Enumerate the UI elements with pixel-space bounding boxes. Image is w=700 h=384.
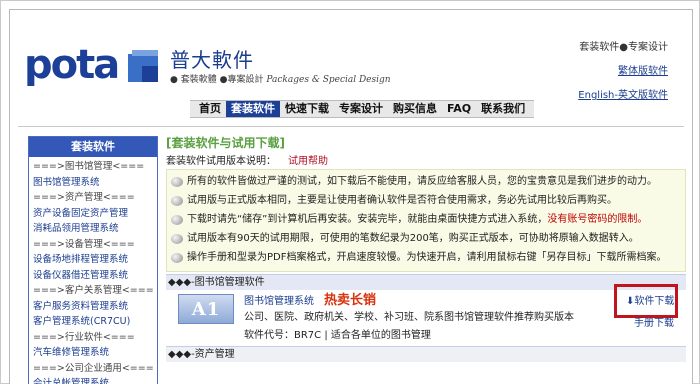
pota-logo[interactable]: pota xyxy=(24,40,162,86)
header-divider xyxy=(18,126,684,127)
product-code: 软件代号：BR7C | 适合各单位的图书管理 xyxy=(244,330,431,341)
trial-help-link[interactable]: 试用帮助 xyxy=(288,156,328,167)
sidebar-item-consumables[interactable]: 消耗品领用管理系统 xyxy=(33,221,153,237)
sidebar-group: ===>公司企业通用<=== xyxy=(33,362,154,374)
bullet-icon xyxy=(171,253,183,263)
category-header-library: ◆◆◆-图书馆管理软件 xyxy=(166,274,686,290)
sidebar-item-equipment-loan[interactable]: 设备仪器借还管理系统 xyxy=(33,268,153,284)
bullet-icon xyxy=(171,177,183,187)
sidebar-item-customer-service[interactable]: 客户服务资料管理系统 xyxy=(33,299,153,315)
bullet-icon xyxy=(171,215,183,225)
screenshot-frame: pota 普大軟件 ● 套裝軟體 ●專案設計 Packages & Specia… xyxy=(0,0,700,384)
sidebar: 套装软件 ===>图书馆管理<=== 图书馆管理系统 ===>资产管理<=== … xyxy=(28,136,158,384)
english-version-link[interactable]: English-英文版软件 xyxy=(578,86,668,101)
hot-seller-label: 热卖长销 xyxy=(324,293,377,308)
main-content: [套装软件与试用下载] 套装软件试用版本说明： 试用帮助 所有的软件皆做过严谨的测… xyxy=(166,134,686,384)
bullet-icon xyxy=(171,196,183,206)
header-slogan: 套装软件●专案设计 xyxy=(579,42,668,53)
header-links: 套装软件●专案设计 繁体版软件 English-英文版软件 xyxy=(578,38,668,101)
web-page: pota 普大軟件 ● 套裝軟體 ●專案設計 Packages & Specia… xyxy=(9,9,693,384)
trial-info-line: 套装软件试用版本说明： 试用帮助 xyxy=(166,152,686,167)
brand-tagline: ● 套裝軟體 ●專案設計 Packages & Special Design xyxy=(170,75,391,85)
nav-quick-download[interactable]: 快速下载 xyxy=(280,101,334,117)
product-badge-icon: A1 xyxy=(178,294,234,324)
nav-special-design[interactable]: 专案设计 xyxy=(334,101,388,117)
brand-name: 普大軟件 xyxy=(170,48,254,72)
notice-box: 所有的软件皆做过严谨的测试，如下载后不能使用，请反应给客服人员，您的宝贵意见是我… xyxy=(166,169,686,272)
trial-info-label: 套装软件试用版本说明： xyxy=(166,156,276,167)
manual-download-link[interactable]: 手册下载 xyxy=(634,314,674,329)
sidebar-group: ===>图书馆管理<=== xyxy=(33,161,145,172)
bullet-icon xyxy=(171,234,183,244)
sidebar-item-crm[interactable]: 客户管理系统(CR7CU) xyxy=(33,314,153,330)
nav-purchase-info[interactable]: 购买信息 xyxy=(388,101,442,117)
sidebar-item-accounting[interactable]: 会计总帐管理系统 xyxy=(33,376,153,384)
notice-item: 下载时请先“储存”到计算机后再安装。安装完毕，就能由桌面快捷方式进入系统，没有账… xyxy=(171,212,681,228)
sidebar-item-library[interactable]: 图书馆管理系统 xyxy=(33,175,153,191)
sidebar-group: ===>客户关系管理<=== xyxy=(33,285,154,296)
sidebar-group: ===>行业软件<=== xyxy=(33,331,135,343)
notice-item: 操作手册和型录为PDF档案格式，开启速度较慢。为快速开启，请利用鼠标右键「另存目… xyxy=(171,250,681,266)
sidebar-title: 套装软件 xyxy=(29,137,157,157)
product-name-link[interactable]: 图书馆管理系统 xyxy=(244,292,314,307)
page-title: [套装软件与试用下载] xyxy=(166,136,285,150)
product-description: 公司、医院、政府机关、学校、补习班、院系图书馆管理软件推荐购买版本 xyxy=(244,312,574,323)
notice-item: 所有的软件皆做过严谨的测试，如下载后不能使用，请反应给客服人员，您的宝贵意见是我… xyxy=(171,174,681,190)
software-download-link[interactable]: ⬇软件下载 xyxy=(626,292,674,307)
nav-contact[interactable]: 联系我们 xyxy=(476,101,530,117)
notice-item: 试用版与正式版本相同，主要是让使用者确认软件是否符合使用需求，务必先试用比较后再… xyxy=(171,193,681,209)
sidebar-group: ===>设备管理<=== xyxy=(33,238,135,250)
sidebar-group: ===>资产管理<=== xyxy=(33,192,135,203)
sidebar-item-auto-repair[interactable]: 汽车维修管理系统 xyxy=(33,345,153,361)
sidebar-item-venue-scheduling[interactable]: 设备场地排程管理系统 xyxy=(33,252,153,268)
nav-home[interactable]: 首页 xyxy=(194,101,226,117)
product-library-system: A1 图书馆管理系统 热卖长销 公司、医院、政府机关、学校、补习班、院系图书馆管… xyxy=(166,284,686,344)
sidebar-list: ===>图书馆管理<=== 图书馆管理系统 ===>资产管理<=== 资产设备固… xyxy=(29,157,157,384)
nav-faq[interactable]: FAQ xyxy=(442,101,476,117)
svg-text:pota: pota xyxy=(24,42,118,86)
nav-packages[interactable]: 套装软件 xyxy=(226,101,280,117)
sidebar-item-fixed-assets[interactable]: 资产设备固定资产管理 xyxy=(33,206,153,222)
category-header-assets: ◆◆◆-资产管理 xyxy=(166,346,686,362)
traditional-version-link[interactable]: 繁体版软件 xyxy=(578,62,668,77)
main-nav: 首页 套装软件 快速下载 专案设计 购买信息 FAQ 联系我们 xyxy=(190,100,535,118)
notice-item: 试用版本有90天的试用期限，可使用的笔数纪录为200笔，购买正式版本，可协助将原… xyxy=(171,231,681,247)
